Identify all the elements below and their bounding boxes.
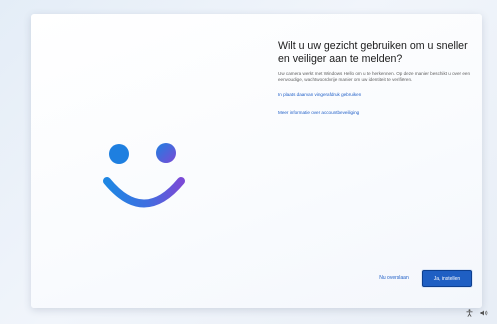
dialog-description: Uw camera werkt met Windows Hello om u t… <box>278 71 471 83</box>
skip-button[interactable]: Nu overslaan <box>369 271 419 285</box>
volume-icon[interactable] <box>480 310 488 316</box>
setup-button[interactable]: Ja, instellen <box>422 270 472 287</box>
smiley-face-icon <box>103 143 185 208</box>
account-security-info-link[interactable]: Meer informatie over accountbeveiliging <box>278 110 474 116</box>
system-tray <box>466 309 488 317</box>
oobe-dialog: Wilt u uw gezicht gebruiken om u sneller… <box>31 14 482 308</box>
smile-mouth <box>103 177 185 208</box>
dialog-title: Wilt u uw gezicht gebruiken om u sneller… <box>278 40 468 65</box>
use-fingerprint-link[interactable]: In plaats daarvan vingerafdruk gebruiken <box>278 92 474 98</box>
accessibility-icon[interactable] <box>466 309 473 317</box>
right-eye <box>156 143 176 163</box>
dialog-content: Wilt u uw gezicht gebruiken om u sneller… <box>278 40 474 116</box>
left-eye <box>109 144 129 164</box>
